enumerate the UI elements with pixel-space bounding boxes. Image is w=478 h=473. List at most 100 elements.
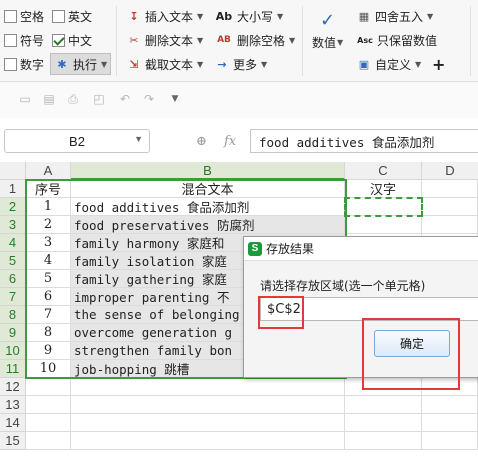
save-icon[interactable]: ▭ bbox=[18, 92, 32, 106]
column-header-a[interactable]: A bbox=[26, 162, 71, 180]
empty-cell[interactable] bbox=[422, 396, 478, 414]
row-header[interactable]: 10 bbox=[0, 342, 26, 360]
result-cell[interactable] bbox=[345, 216, 422, 234]
row-header[interactable]: 6 bbox=[0, 270, 26, 288]
more-button[interactable]: → 更多 ▼ bbox=[214, 54, 267, 74]
no-cell[interactable]: 7 bbox=[26, 306, 71, 324]
redo-icon[interactable]: ↷ bbox=[142, 92, 156, 106]
value-button[interactable]: ✓ 数值 ▼ bbox=[312, 8, 343, 56]
english-checkbox[interactable]: 英文 bbox=[52, 6, 92, 26]
empty-cell[interactable] bbox=[345, 432, 422, 450]
delete-space-icon: AB bbox=[217, 35, 231, 45]
name-box[interactable]: B2 ▼ bbox=[4, 129, 150, 153]
row-header[interactable]: 12 bbox=[0, 378, 26, 396]
undo-icon[interactable]: ↶ bbox=[118, 92, 132, 106]
no-cell[interactable]: 9 bbox=[26, 342, 71, 360]
empty-cell[interactable] bbox=[71, 414, 345, 432]
round-label: 四舍五入 bbox=[375, 9, 424, 24]
column-header-c[interactable]: C bbox=[345, 162, 422, 180]
column-header-d[interactable]: D bbox=[422, 162, 478, 180]
empty-cell[interactable] bbox=[422, 432, 478, 450]
no-cell[interactable]: 2 bbox=[26, 216, 71, 234]
extract-text-icon: ⇲ bbox=[129, 57, 139, 71]
english-checkbox-box[interactable] bbox=[52, 9, 65, 23]
row-header[interactable]: 1 bbox=[0, 180, 26, 198]
no-cell[interactable]: 5 bbox=[26, 270, 71, 288]
chevron-down-icon[interactable]: ▼ bbox=[168, 92, 182, 106]
space-checkbox[interactable]: 空格 bbox=[4, 6, 44, 26]
header-cell-chinese[interactable]: 汉字 bbox=[345, 180, 422, 198]
column-header-b[interactable]: B bbox=[71, 162, 345, 180]
number-checkbox-box[interactable] bbox=[4, 57, 17, 71]
delete-space-button[interactable]: AB 删除空格 ▼ bbox=[214, 30, 295, 50]
result-cell[interactable] bbox=[345, 198, 422, 216]
row-header[interactable]: 9 bbox=[0, 324, 26, 342]
empty-cell[interactable] bbox=[71, 432, 345, 450]
execute-button[interactable]: ✱ 执行 ▼ bbox=[50, 53, 112, 75]
row-header[interactable]: 11 bbox=[0, 360, 26, 378]
insert-text-button[interactable]: ↧ 插入文本 ▼ bbox=[126, 6, 203, 26]
header-cell-mixed-text[interactable]: 混合文本 bbox=[71, 180, 345, 198]
chinese-checkbox[interactable]: 中文 bbox=[52, 30, 92, 50]
empty-cell[interactable] bbox=[422, 198, 478, 216]
fx-icon[interactable]: fx bbox=[224, 134, 236, 149]
no-cell[interactable]: 1 bbox=[26, 198, 71, 216]
row-header[interactable]: 13 bbox=[0, 396, 26, 414]
empty-cell[interactable] bbox=[71, 378, 345, 396]
row-header[interactable]: 5 bbox=[0, 252, 26, 270]
empty-cell[interactable] bbox=[345, 378, 422, 396]
empty-cell[interactable] bbox=[26, 396, 71, 414]
space-checkbox-box[interactable] bbox=[4, 9, 17, 23]
row-header[interactable]: 8 bbox=[0, 306, 26, 324]
text-cell[interactable]: food additives 食品添加剂 bbox=[71, 198, 345, 216]
empty-cell[interactable] bbox=[71, 396, 345, 414]
number-checkbox[interactable]: 数字 bbox=[4, 54, 44, 74]
no-cell[interactable]: 4 bbox=[26, 252, 71, 270]
row-header[interactable]: 7 bbox=[0, 288, 26, 306]
chevron-down-icon[interactable]: ▼ bbox=[134, 134, 143, 144]
empty-cell[interactable] bbox=[422, 378, 478, 396]
custom-button[interactable]: ▣ 自定义 ▼ bbox=[356, 54, 421, 74]
open-icon[interactable]: ▤ bbox=[42, 92, 56, 106]
more-label: 更多 bbox=[233, 57, 258, 72]
add-button[interactable]: + bbox=[432, 54, 445, 74]
row-header[interactable]: 4 bbox=[0, 234, 26, 252]
empty-cell[interactable] bbox=[422, 216, 478, 234]
chevron-down-icon: ▼ bbox=[289, 35, 296, 45]
row-header[interactable]: 14 bbox=[0, 414, 26, 432]
empty-cell[interactable] bbox=[422, 180, 478, 198]
preview-icon[interactable]: ◰ bbox=[92, 92, 106, 106]
ribbon-separator bbox=[116, 6, 117, 76]
formula-input[interactable]: food additives 食品添加剂 bbox=[250, 129, 478, 153]
no-cell[interactable]: 3 bbox=[26, 234, 71, 252]
ok-button[interactable]: 确定 bbox=[374, 330, 450, 357]
empty-cell[interactable] bbox=[26, 414, 71, 432]
extract-text-button[interactable]: ⇲ 截取文本 ▼ bbox=[126, 54, 203, 74]
header-cell-no[interactable]: 序号 bbox=[26, 180, 71, 198]
row-header[interactable]: 15 bbox=[0, 432, 26, 450]
no-cell[interactable]: 6 bbox=[26, 288, 71, 306]
print-icon[interactable]: ⎙ bbox=[66, 92, 80, 106]
text-cell[interactable]: food preservatives 防腐剂 bbox=[71, 216, 345, 234]
dialog-title-bar[interactable]: S 存放结果 bbox=[244, 237, 478, 261]
empty-cell[interactable] bbox=[345, 414, 422, 432]
empty-cell[interactable] bbox=[345, 396, 422, 414]
row-header[interactable]: 3 bbox=[0, 216, 26, 234]
symbol-checkbox[interactable]: 符号 bbox=[4, 30, 44, 50]
range-input[interactable]: $C$2 bbox=[260, 297, 478, 321]
empty-cell[interactable] bbox=[26, 378, 71, 396]
row-header[interactable]: 2 bbox=[0, 198, 26, 216]
empty-cell[interactable] bbox=[422, 414, 478, 432]
no-cell[interactable]: 8 bbox=[26, 324, 71, 342]
chinese-checkbox-box[interactable] bbox=[52, 33, 65, 47]
dialog-prompt: 请选择存放区域(选一个单元格) bbox=[260, 279, 426, 293]
zoom-icon[interactable]: ⊕ bbox=[196, 134, 207, 149]
round-button[interactable]: ▦ 四舍五入 ▼ bbox=[356, 6, 433, 26]
case-button[interactable]: Ab 大小写 ▼ bbox=[214, 6, 283, 26]
select-all-corner[interactable] bbox=[0, 162, 26, 180]
keep-value-button[interactable]: Asc 只保留数值 bbox=[356, 30, 437, 50]
no-cell[interactable]: 10 bbox=[26, 360, 71, 378]
empty-cell[interactable] bbox=[26, 432, 71, 450]
symbol-checkbox-box[interactable] bbox=[4, 33, 17, 47]
delete-text-button[interactable]: ✂ 删除文本 ▼ bbox=[126, 30, 203, 50]
